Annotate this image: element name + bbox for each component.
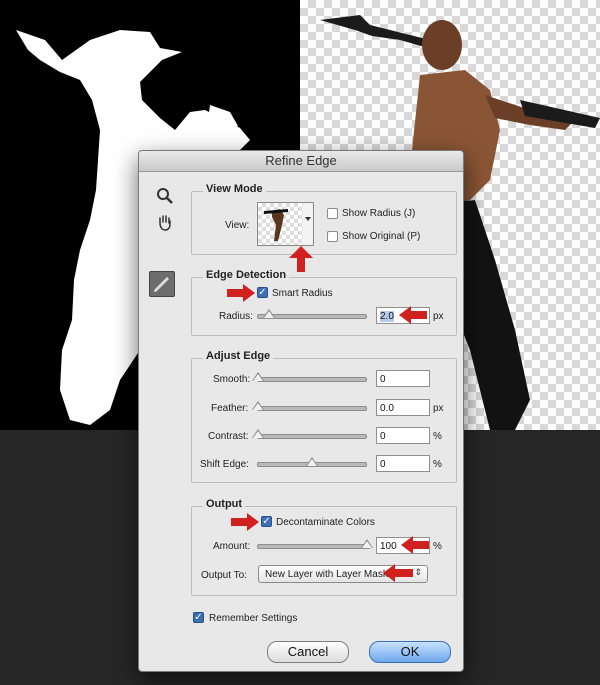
smooth-label: Smooth: [213,374,251,385]
show-original-label: Show Original (P) [342,231,421,242]
view-thumbnail[interactable] [257,202,305,246]
feather-input[interactable]: 0.0 [376,399,430,416]
amount-unit: % [433,541,442,552]
smart-radius-label: Smart Radius [272,288,333,299]
dialog-title: Refine Edge [139,151,463,172]
feather-unit: px [433,403,444,414]
view-label: View: [225,220,250,231]
shift-edge-input[interactable]: 0 [376,455,430,472]
show-radius-label: Show Radius (J) [342,208,416,219]
shift-edge-label: Shift Edge: [200,459,249,470]
chevron-down-icon [305,217,311,221]
show-original-checkbox[interactable] [327,231,338,242]
show-radius-checkbox[interactable] [327,208,338,219]
annotation-arrow-output-to [383,564,413,582]
radius-slider-thumb[interactable] [263,309,275,318]
refine-edge-dialog: Refine Edge View Mode View: Show Radius … [138,150,464,672]
smooth-input[interactable]: 0 [376,370,430,387]
contrast-slider-thumb[interactable] [252,429,264,438]
annotation-arrow-up-view [289,246,313,272]
annotation-arrow-decontaminate [231,513,259,531]
annotation-arrow-radius [399,306,427,324]
amount-slider[interactable] [257,544,371,549]
view-mode-title: View Mode [203,183,266,195]
radius-label: Radius: [219,311,253,322]
output-title: Output [203,498,246,510]
annotation-arrow-amount [401,536,429,554]
contrast-slider[interactable] [257,434,367,439]
amount-slider-thumb[interactable] [361,539,373,548]
remember-settings-label: Remember Settings [209,613,298,624]
select-stepper-icon: ⇕ [414,567,422,577]
decontaminate-label: Decontaminate Colors [276,517,375,528]
shift-edge-slider-thumb[interactable] [306,457,318,466]
output-to-label: Output To: [201,570,247,581]
ok-button[interactable]: OK [369,641,451,663]
smooth-slider-thumb[interactable] [252,372,264,381]
shift-edge-unit: % [433,459,442,470]
decontaminate-checkbox[interactable]: ✓ [261,516,272,527]
cancel-button[interactable]: Cancel [267,641,349,663]
contrast-unit: % [433,431,442,442]
refine-radius-tool-icon[interactable] [149,271,175,297]
output-to-value: New Layer with Layer Mask [265,569,388,580]
smart-radius-checkbox[interactable]: ✓ [257,287,268,298]
radius-unit: px [433,311,444,322]
remember-settings-checkbox[interactable]: ✓ [193,612,204,623]
zoom-icon[interactable] [154,187,176,209]
feather-label: Feather: [211,403,249,414]
edge-detection-title: Edge Detection [203,269,290,281]
annotation-arrow-smart-radius [227,284,255,302]
view-dropdown-toggle[interactable] [303,202,314,246]
feather-slider-thumb[interactable] [252,401,264,410]
feather-slider[interactable] [257,406,367,411]
smooth-slider[interactable] [257,377,367,382]
amount-label: Amount: [213,541,251,552]
radius-value: 2.0 [380,311,394,322]
contrast-input[interactable]: 0 [376,427,430,444]
adjust-edge-title: Adjust Edge [203,350,274,362]
contrast-label: Contrast: [208,431,249,442]
hand-icon[interactable] [154,213,176,235]
